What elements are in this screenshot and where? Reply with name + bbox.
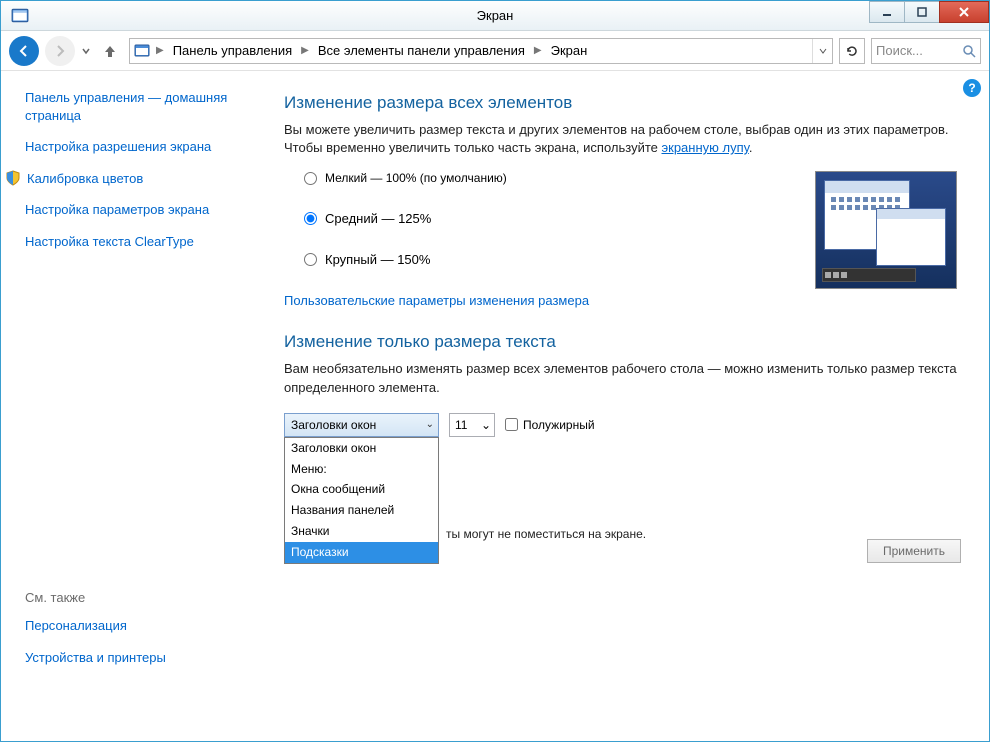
bold-checkbox[interactable]: Полужирный (505, 418, 595, 432)
refresh-button[interactable] (839, 38, 865, 64)
address-bar[interactable]: ▶ Панель управления ▶ Все элементы панел… (129, 38, 833, 64)
combo-option[interactable]: Заголовки окон (285, 438, 438, 459)
section2-desc: Вам необязательно изменять размер всех э… (284, 360, 965, 396)
custom-sizing-link[interactable]: Пользовательские параметры изменения раз… (284, 293, 589, 308)
apply-button[interactable]: Применить (867, 539, 961, 563)
element-combo-dropdown: Заголовки окон Меню: Окна сообщений Назв… (284, 437, 439, 564)
magnifier-link[interactable]: экранную лупу (662, 140, 749, 155)
combo-option[interactable]: Названия панелей (285, 500, 438, 521)
section1-title: Изменение размера всех элементов (284, 93, 965, 113)
chevron-down-icon: ⌄ (481, 418, 491, 432)
back-button[interactable] (9, 36, 39, 66)
sidebar-also-personalization[interactable]: Персонализация (25, 617, 242, 635)
combo-option[interactable]: Окна сообщений (285, 479, 438, 500)
search-input[interactable]: Поиск... (871, 38, 981, 64)
address-dropdown[interactable] (812, 39, 832, 63)
window-title: Экран (1, 8, 989, 23)
sidebar-link-display-params[interactable]: Настройка параметров экрана (25, 201, 242, 219)
element-combo[interactable]: Заголовки окон ⌄ (284, 413, 439, 437)
section1-desc: Вы можете увеличить размер текста и друг… (284, 121, 965, 157)
sidebar-link-cleartype[interactable]: Настройка текста ClearType (25, 233, 242, 251)
search-icon (962, 44, 976, 58)
maximize-button[interactable] (904, 1, 940, 23)
forward-button[interactable] (45, 36, 75, 66)
sidebar-link-resolution[interactable]: Настройка разрешения экрана (25, 138, 242, 156)
combo-option[interactable]: Меню: (285, 459, 438, 480)
control-panel-icon (11, 7, 29, 25)
combo-option-selected[interactable]: Подсказки (285, 542, 438, 563)
help-button[interactable]: ? (963, 79, 981, 97)
font-size-select[interactable]: 11 ⌄ (449, 413, 495, 437)
breadcrumb-separator[interactable]: ▶ (299, 45, 311, 56)
sidebar-also-devices[interactable]: Устройства и принтеры (25, 649, 242, 667)
sidebar-also-title: См. также (25, 590, 242, 605)
preview-image (815, 171, 957, 289)
navbar: ▶ Панель управления ▶ Все элементы панел… (1, 31, 989, 71)
sidebar-home-link[interactable]: Панель управления — домашняя страница (25, 89, 242, 124)
content-area: ? Изменение размера всех элементов Вы мо… (254, 71, 989, 741)
combo-option[interactable]: Значки (285, 521, 438, 542)
breadcrumb-item[interactable]: Экран (548, 41, 591, 60)
close-button[interactable] (939, 1, 989, 23)
up-button[interactable] (97, 38, 123, 64)
minimize-button[interactable] (869, 1, 905, 23)
section2-title: Изменение только размера текста (284, 332, 965, 352)
breadcrumb-separator[interactable]: ▶ (532, 45, 544, 56)
breadcrumb-separator[interactable]: ▶ (154, 45, 166, 56)
breadcrumb-item[interactable]: Панель управления (170, 41, 295, 60)
shield-icon (5, 170, 21, 186)
breadcrumb-icon (134, 43, 150, 59)
sidebar-link-calibration[interactable]: Калибровка цветов (5, 170, 242, 188)
search-placeholder: Поиск... (876, 43, 923, 58)
chevron-down-icon: ⌄ (426, 419, 434, 430)
recent-locations-icon[interactable] (81, 44, 91, 58)
sidebar: Панель управления — домашняя страница На… (1, 71, 254, 741)
breadcrumb-item[interactable]: Все элементы панели управления (315, 41, 528, 60)
titlebar: Экран (1, 1, 989, 31)
